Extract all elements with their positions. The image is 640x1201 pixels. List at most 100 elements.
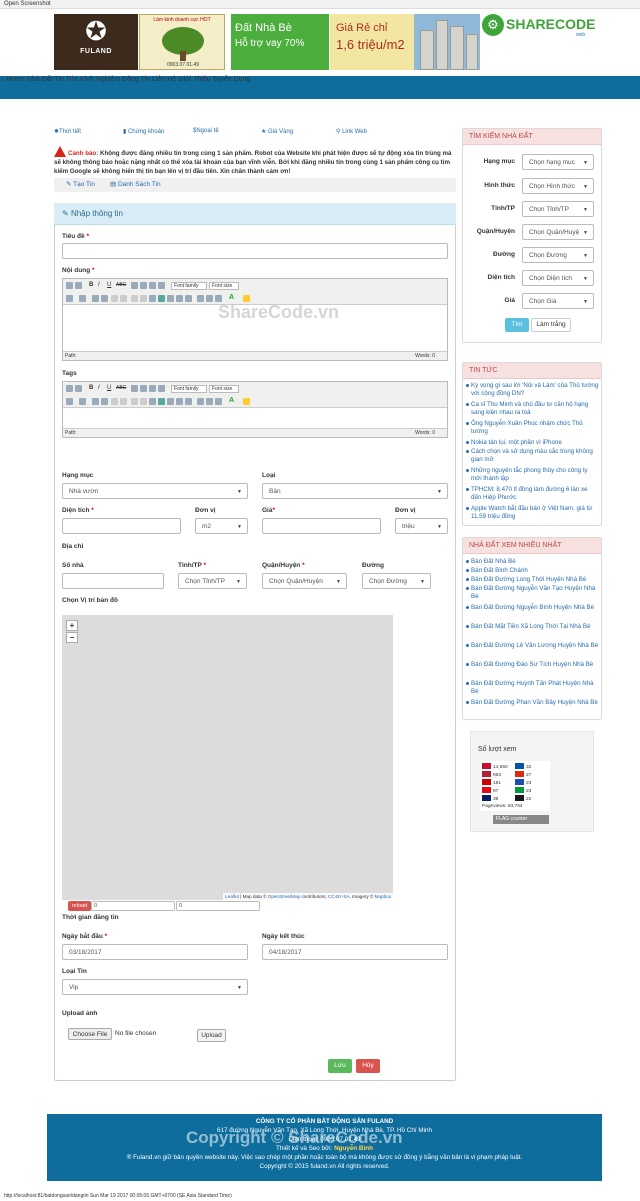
search-price-select[interactable]: Chọn Giá ▼ xyxy=(522,293,594,309)
house-number-input[interactable] xyxy=(62,573,164,589)
hr-icon[interactable] xyxy=(206,398,213,405)
flag-counter-brand[interactable]: FLAG counter xyxy=(493,815,549,824)
text-color-icon[interactable]: A xyxy=(229,397,234,404)
news-item[interactable]: Apple Watch bắt đầu bán ở Việt Nam, giá … xyxy=(466,505,599,521)
align-left-icon[interactable] xyxy=(131,385,138,392)
popular-item[interactable]: Bán Đất Mặt Tiền Xã Long Thới Tại Nhà Bè xyxy=(466,623,599,631)
indent-icon[interactable] xyxy=(101,398,108,405)
listing-type-select[interactable]: Vip ▼ xyxy=(62,979,248,995)
italic-icon[interactable]: I xyxy=(98,282,100,288)
area-unit-select[interactable]: m2 ▼ xyxy=(195,518,248,534)
redo-icon[interactable] xyxy=(120,398,127,405)
title-input[interactable] xyxy=(62,243,448,259)
align-right-icon[interactable] xyxy=(149,385,156,392)
type-select[interactable]: Bán ▼ xyxy=(262,483,448,499)
zoom-in-button[interactable]: + xyxy=(66,620,78,631)
search-area-select[interactable]: Chọn Diện tích ▼ xyxy=(522,270,594,286)
image-icon[interactable] xyxy=(158,295,165,302)
unlink-icon[interactable] xyxy=(140,398,147,405)
longitude-input[interactable]: 0 xyxy=(176,901,260,911)
highlight-icon[interactable] xyxy=(243,295,250,302)
special-char-icon[interactable] xyxy=(215,398,222,405)
popular-item[interactable]: Bán Đất Đường Long Thới Huyện Nhà Bè xyxy=(466,576,599,584)
copy-icon[interactable] xyxy=(75,385,82,392)
flag-counter-widget[interactable]: 14,550 953 181 87 38 32 27 23 23 22 Page… xyxy=(480,761,550,811)
news-item[interactable]: Kỳ vọng gì sau lời 'Nói và Làm' của Thủ … xyxy=(466,382,599,398)
banner-ad-1[interactable]: Làm kinh doanh cực HOT 0903.07.01.49 xyxy=(139,14,225,70)
undo-icon[interactable] xyxy=(111,295,118,302)
latitude-input[interactable]: 0 xyxy=(91,901,175,911)
banner-ad-3[interactable]: Giá Rẻ chỉ 1,6 triệu/m2 xyxy=(330,14,414,70)
nav-lien-he[interactable]: Liên Hệ xyxy=(152,76,176,83)
outdent-icon[interactable] xyxy=(92,398,99,405)
italic-icon[interactable]: I xyxy=(98,385,100,391)
quicklink-weather[interactable]: ✹Thời tiết xyxy=(54,128,81,135)
align-right-icon[interactable] xyxy=(149,282,156,289)
end-date-input[interactable]: 04/18/2017 xyxy=(262,944,448,960)
subnav-create[interactable]: ✎ Tạo Tin xyxy=(66,180,95,192)
highlight-icon[interactable] xyxy=(243,398,250,405)
quicklink-currency[interactable]: $Ngoại tệ xyxy=(193,128,219,134)
font-family-select[interactable]: Font family xyxy=(171,385,207,393)
search-province-select[interactable]: Chọn Tỉnh/TP ▼ xyxy=(522,201,594,217)
font-size-select[interactable]: Font size xyxy=(209,282,239,290)
nav-gioi-thieu[interactable]: Giới Thiệu xyxy=(178,76,210,83)
zoom-out-button[interactable]: − xyxy=(66,632,78,643)
html-icon[interactable] xyxy=(185,398,192,405)
search-form-select[interactable]: Chọn Hình thức ▼ xyxy=(522,178,594,194)
sharecode-logo[interactable]: ⚙ SHARECODE web xyxy=(482,12,595,42)
align-center-icon[interactable] xyxy=(140,282,147,289)
align-justify-icon[interactable] xyxy=(158,385,165,392)
search-district-select[interactable]: Chọn Quận/Huyệ ▼ xyxy=(522,224,594,240)
help-icon[interactable] xyxy=(176,398,183,405)
cleanup-icon[interactable] xyxy=(167,398,174,405)
popular-item[interactable]: Bán Đất Đường Lê Văn Lương Huyện Nhà Bè xyxy=(466,642,599,650)
popular-item[interactable]: Bán Đất Đường Phan Văn Bảy Huyện Nhà Bè xyxy=(466,699,599,707)
table-icon[interactable] xyxy=(197,295,204,302)
nav-dang-tin[interactable]: Đăng Tin xyxy=(122,76,150,83)
font-family-select[interactable]: Font family xyxy=(171,282,207,290)
cleanup-icon[interactable] xyxy=(167,295,174,302)
bullet-list-icon[interactable] xyxy=(66,398,73,405)
nav-tin-tuc[interactable]: Tin Tức xyxy=(54,76,78,83)
anchor-icon[interactable] xyxy=(149,398,156,405)
reset-button[interactable]: Làm trắng xyxy=(531,318,571,332)
cancel-button[interactable]: Hủy xyxy=(356,1059,380,1073)
news-item[interactable]: Ca sĩ Thu Minh và chủ đầu tư căn hộ hạng… xyxy=(466,401,599,417)
news-item[interactable]: Ông Nguyễn Xuân Phúc nhậm chức Thủ tướng xyxy=(466,420,599,436)
tags-editor[interactable]: B I U ABC Font family Font size A Path: W… xyxy=(62,381,448,438)
underline-icon[interactable]: U xyxy=(107,385,111,391)
start-date-input[interactable]: 03/18/2017 xyxy=(62,944,248,960)
font-size-select[interactable]: Font size xyxy=(209,385,239,393)
banner-ad-2[interactable]: Đất Nhà Bè Hỗ trợ vay 70% xyxy=(231,14,329,70)
undo-icon[interactable] xyxy=(111,398,118,405)
bold-icon[interactable]: B xyxy=(89,282,93,288)
anchor-icon[interactable] xyxy=(149,295,156,302)
nav-nha-dat[interactable]: Nhà Đất xyxy=(27,76,53,83)
strike-icon[interactable]: ABC xyxy=(116,385,126,391)
popular-item[interactable]: Bán Đất Đường Nguyễn Bình Huyện Nhà Bè xyxy=(466,604,599,612)
save-button[interactable]: Lưu xyxy=(328,1059,352,1073)
nav-tuyen-dung[interactable]: Tuyển Dụng xyxy=(212,76,250,83)
indent-icon[interactable] xyxy=(101,295,108,302)
nav-kinh-nghiem[interactable]: Kinh Nghiệm xyxy=(80,76,120,83)
link-icon[interactable] xyxy=(131,398,138,405)
popular-item[interactable]: Bán Đất Nhà Bè xyxy=(466,558,599,566)
align-left-icon[interactable] xyxy=(131,282,138,289)
quicklink-web[interactable]: ⚲ Link Web xyxy=(336,128,367,135)
search-street-select[interactable]: Chọn Đường ▼ xyxy=(522,247,594,263)
search-button[interactable]: Tìm xyxy=(505,318,529,332)
bold-icon[interactable]: B xyxy=(89,385,93,391)
nav-home[interactable]: ⌂ Home xyxy=(0,76,25,83)
quicklink-stocks[interactable]: ▮ Chứng khoán xyxy=(123,128,164,135)
street-select[interactable]: Chọn Đường ▼ xyxy=(362,573,431,589)
align-justify-icon[interactable] xyxy=(158,282,165,289)
strike-icon[interactable]: ABC xyxy=(116,282,126,288)
help-icon[interactable] xyxy=(176,295,183,302)
bullet-list-icon[interactable] xyxy=(66,295,73,302)
text-color-icon[interactable]: A xyxy=(229,294,234,301)
popular-item[interactable]: Bán Đất Đường Đào Sư Tích Huyện Nhà Bè xyxy=(466,661,599,669)
outdent-icon[interactable] xyxy=(92,295,99,302)
unlink-icon[interactable] xyxy=(140,295,147,302)
redo-icon[interactable] xyxy=(120,295,127,302)
